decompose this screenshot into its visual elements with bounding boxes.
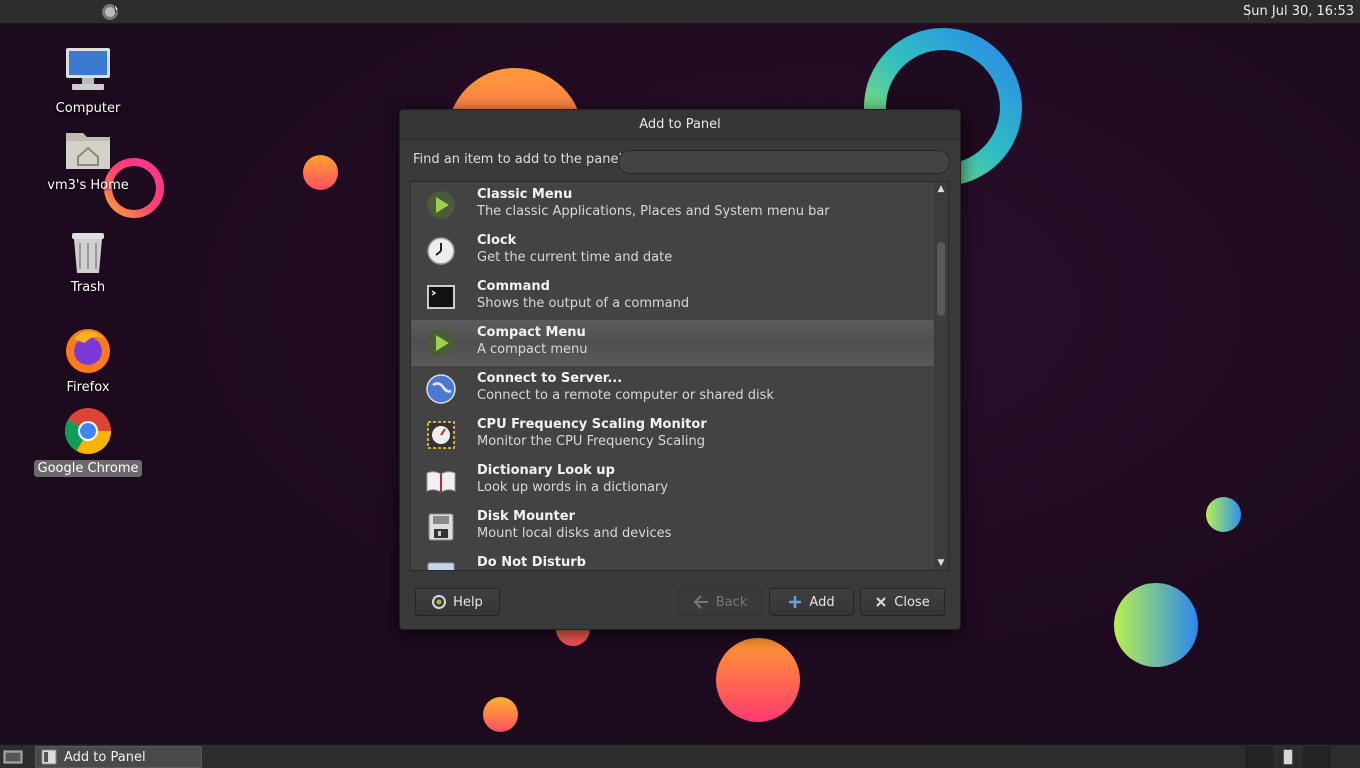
decor-circle — [1114, 583, 1198, 667]
item-desc: Connect to a remote computer or shared d… — [477, 388, 774, 403]
clock-icon — [427, 237, 455, 265]
help-button[interactable]: Help — [415, 588, 500, 616]
desktop-icon-trash[interactable]: Trash — [33, 227, 143, 296]
item-desc: Mount local disks and devices — [477, 526, 672, 541]
scroll-up-arrow-icon[interactable]: ▲ — [934, 182, 948, 196]
help-button-label: Help — [453, 594, 483, 610]
item-desc: A compact menu — [477, 342, 588, 357]
decor-circle — [716, 638, 800, 722]
desktop-icon-label: Google Chrome — [33, 460, 143, 477]
add-to-panel-dialog: Add to Panel Find an item to add to the … — [399, 109, 961, 630]
menu-icon — [427, 191, 455, 219]
decor-circle — [303, 155, 338, 190]
notification-icon — [427, 562, 455, 570]
scroll-thumb[interactable] — [937, 242, 945, 316]
decor-circle — [483, 697, 518, 732]
item-name: Command — [477, 279, 550, 294]
home-folder-icon — [66, 133, 110, 169]
firefox-icon — [66, 329, 110, 373]
menu-icon — [427, 329, 455, 357]
gnome-foot-icon[interactable] — [100, 2, 120, 22]
item-name: Do Not Disturb — [477, 555, 586, 570]
list-item[interactable]: Connect to Server... Connect to a remote… — [411, 366, 935, 412]
add-button[interactable]: Add — [769, 588, 854, 616]
workspace-3[interactable] — [1303, 746, 1331, 768]
chrome-icon — [64, 408, 111, 454]
desktop-icon-label: Firefox — [66, 380, 110, 395]
scroll-down-arrow-icon[interactable]: ▼ — [934, 556, 948, 570]
item-desc: Monitor the CPU Frequency Scaling — [477, 434, 705, 449]
item-desc: The classic Applications, Places and Sys… — [477, 204, 830, 219]
top-panel: Sun Jul 30, 16:53 — [0, 0, 1360, 24]
item-name: Classic Menu — [477, 187, 573, 202]
applet-list: Classic Menu The classic Applications, P… — [410, 181, 949, 571]
list-item[interactable]: Do Not Disturb — [411, 550, 935, 570]
close-button[interactable]: Close — [860, 588, 945, 616]
help-icon — [432, 595, 447, 609]
list-item[interactable]: CPU Frequency Scaling Monitor Monitor th… — [411, 412, 935, 458]
item-name: Clock — [477, 233, 517, 248]
add-button-label: Add — [809, 594, 835, 610]
item-name: Dictionary Look up — [477, 463, 615, 478]
desktop-icon-firefox[interactable]: Firefox — [33, 325, 143, 396]
dialog-title: Add to Panel — [400, 110, 960, 140]
desktop-icon-label: Trash — [70, 280, 106, 295]
globe-icon — [426, 374, 456, 404]
list-item[interactable]: Command Shows the output of a command — [411, 274, 935, 320]
item-desc: Get the current time and date — [477, 250, 673, 265]
clock-applet[interactable]: Sun Jul 30, 16:53 — [1243, 4, 1354, 19]
item-name: Compact Menu — [477, 325, 586, 340]
item-desc: Look up words in a dictionary — [477, 480, 669, 495]
taskbar-item-add-to-panel[interactable]: Add to Panel — [35, 746, 202, 768]
item-name: CPU Frequency Scaling Monitor — [477, 417, 707, 432]
plus-icon — [789, 596, 802, 608]
trash-icon — [72, 233, 104, 273]
back-button[interactable]: Back — [678, 588, 762, 616]
list-scrollbar[interactable]: ▲ ▼ — [934, 182, 948, 570]
list-item[interactable]: Dictionary Look up Look up words in a di… — [411, 458, 935, 504]
book-icon — [426, 471, 456, 493]
computer-icon — [66, 48, 110, 90]
bottom-panel: Add to Panel — [0, 744, 1360, 768]
item-desc: Shows the output of a command — [477, 296, 690, 311]
desktop-icon-home[interactable]: vm3's Home — [33, 127, 143, 194]
desktop-icon-chrome[interactable]: Google Chrome — [33, 406, 143, 477]
decor-circle — [1206, 497, 1241, 532]
list-item[interactable]: Clock Get the current time and date — [411, 228, 935, 274]
item-name: Disk Mounter — [477, 509, 575, 524]
terminal-icon — [427, 285, 455, 309]
desktop-icon-label: Computer — [55, 101, 121, 116]
desktop-icon-computer[interactable]: Computer — [33, 44, 143, 117]
floppy-icon — [428, 513, 454, 541]
workspace-2[interactable] — [1283, 749, 1293, 765]
workspace-1[interactable] — [1245, 746, 1273, 768]
close-button-label: Close — [894, 594, 930, 610]
close-icon — [876, 597, 886, 607]
cpu-gauge-icon — [427, 421, 455, 449]
list-item[interactable]: Compact Menu A compact menu — [411, 320, 935, 366]
list-item[interactable]: Disk Mounter Mount local disks and devic… — [411, 504, 935, 550]
item-name: Connect to Server... — [477, 371, 623, 386]
list-item[interactable]: Classic Menu The classic Applications, P… — [411, 182, 935, 228]
show-desktop-icon[interactable] — [3, 749, 23, 765]
back-button-label: Back — [715, 594, 748, 610]
desktop-icon-label: vm3's Home — [47, 178, 129, 193]
back-arrow-icon — [693, 595, 708, 609]
find-label: Find an item to add to the panel: — [413, 152, 627, 167]
window-icon — [41, 749, 57, 765]
taskbar-item-label: Add to Panel — [64, 749, 146, 765]
search-input[interactable] — [618, 150, 950, 174]
